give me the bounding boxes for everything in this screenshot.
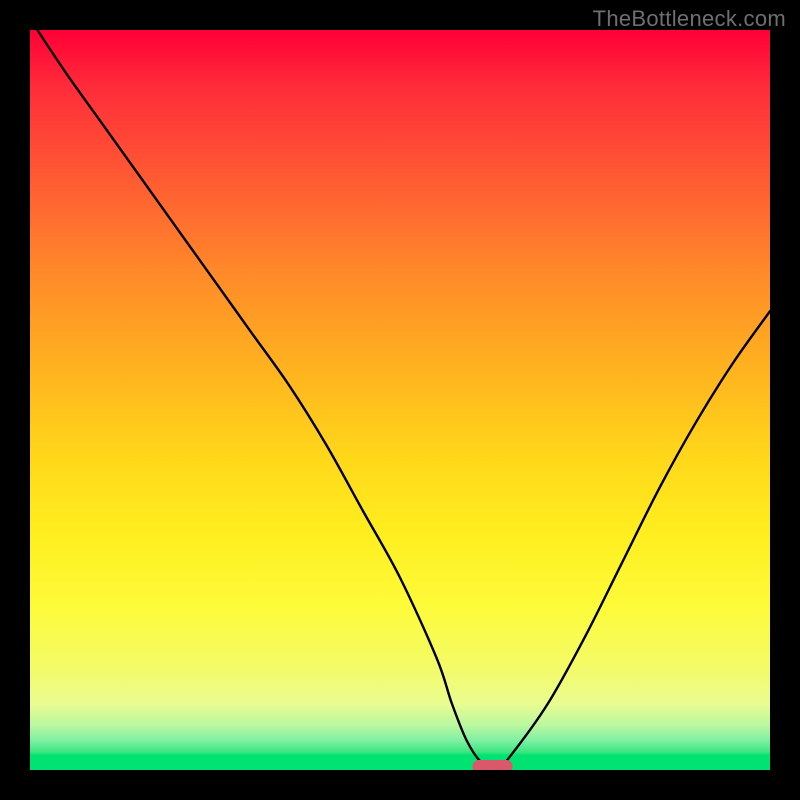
watermark-label: TheBottleneck.com [593, 6, 786, 32]
bottleneck-curve-svg [30, 30, 770, 770]
chart-frame: TheBottleneck.com [0, 0, 800, 800]
bottleneck-curve [37, 30, 770, 770]
plot-area [30, 30, 770, 770]
optimal-marker [473, 760, 513, 770]
